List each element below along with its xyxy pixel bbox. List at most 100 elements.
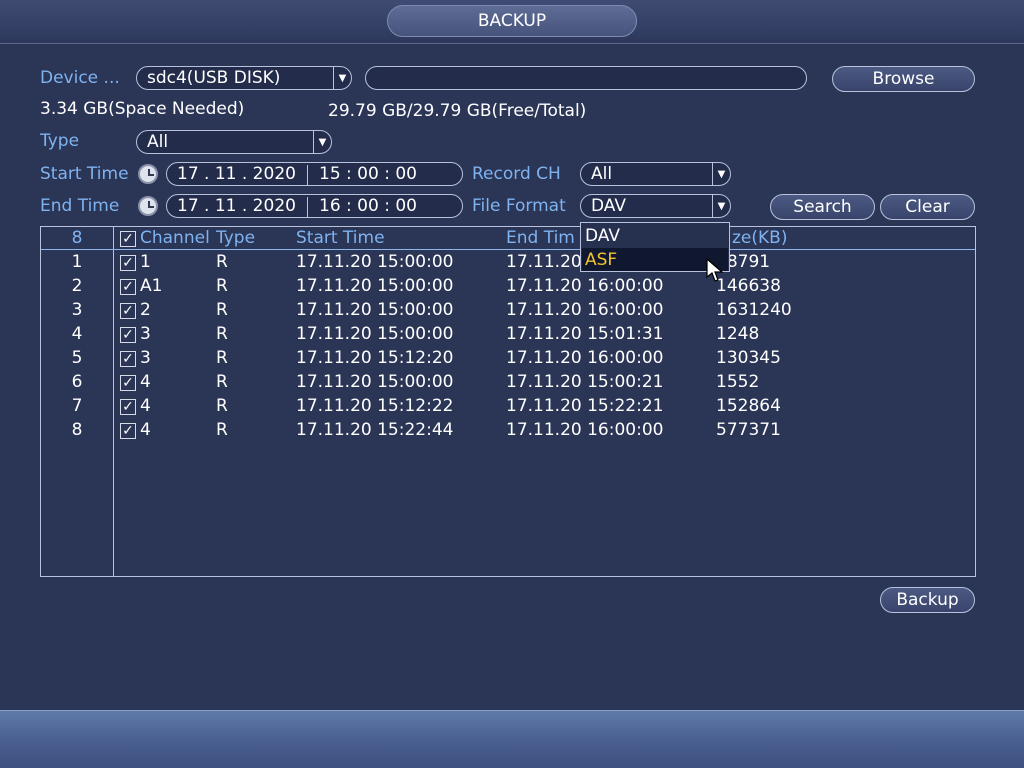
backup-button[interactable]: Backup bbox=[880, 587, 975, 613]
row-channel: 4 bbox=[140, 372, 151, 392]
free-total: 29.79 GB/29.79 GB(Free/Total) bbox=[328, 101, 587, 121]
record-ch-select[interactable]: All ▼ bbox=[580, 162, 731, 186]
file-list-table: 8 ✓ Channel Type Start Time End Tim ze(K… bbox=[40, 226, 976, 577]
row-size: 152864 bbox=[716, 396, 781, 416]
search-button[interactable]: Search bbox=[770, 194, 875, 220]
end-date[interactable]: 17 . 11 . 2020 bbox=[177, 196, 296, 216]
checkbox-checked-icon[interactable]: ✓ bbox=[120, 279, 136, 295]
row-channel: 4 bbox=[140, 396, 151, 416]
mouse-pointer-icon bbox=[706, 258, 724, 282]
row-start-time: 17.11.20 15:00:00 bbox=[296, 372, 454, 392]
row-end-time: 17.11.20 16:00:00 bbox=[506, 276, 664, 296]
row-size: 1631240 bbox=[716, 300, 792, 320]
file-format-value: DAV bbox=[591, 196, 626, 216]
row-start-time: 17.11.20 15:22:44 bbox=[296, 420, 454, 440]
end-time-header: End Tim bbox=[506, 228, 575, 248]
clear-button[interactable]: Clear bbox=[880, 194, 975, 220]
checkbox-checked-icon[interactable]: ✓ bbox=[120, 231, 136, 247]
row-end-time: 17.11.20 16:00:00 bbox=[506, 348, 664, 368]
chevron-down-icon: ▼ bbox=[313, 131, 331, 153]
checkbox-checked-icon[interactable]: ✓ bbox=[120, 375, 136, 391]
title-bar: BACKUP bbox=[0, 0, 1024, 44]
separator bbox=[307, 165, 308, 185]
row-size: 577371 bbox=[716, 420, 781, 440]
checkbox-checked-icon[interactable]: ✓ bbox=[120, 303, 136, 319]
record-ch-label: Record CH bbox=[472, 164, 561, 184]
table-row[interactable]: ✓ 5 3 R 17.11.20 15:12:20 17.11.20 16:00:00 13… bbox=[41, 348, 975, 372]
table-row[interactable]: ✓ 3 2 R 17.11.20 15:00:00 17.11.20 16:00:00 16… bbox=[41, 300, 975, 324]
start-time[interactable]: 15 : 00 : 00 bbox=[319, 164, 417, 184]
device-select-value: sdc4(USB DISK) bbox=[147, 68, 281, 88]
checkbox-checked-icon[interactable]: ✓ bbox=[120, 255, 136, 271]
bottom-bar bbox=[0, 710, 1024, 768]
row-channel: 4 bbox=[140, 420, 151, 440]
row-channel: 1 bbox=[140, 252, 151, 272]
table-row[interactable]: ✓ 4 3 R 17.11.20 15:00:00 17.11.20 15:01:31 12… bbox=[41, 324, 975, 348]
size-header: ze(KB) bbox=[732, 228, 788, 248]
row-count-header: 8 bbox=[71, 228, 83, 248]
row-start-time: 17.11.20 15:00:00 bbox=[296, 324, 454, 344]
space-needed: 3.34 GB(Space Needed) bbox=[40, 99, 245, 119]
row-end-time: 17.11.20 bbox=[506, 252, 582, 272]
table-row[interactable]: ✓ 1 1 R 17.11.20 15:00:00 17.11.20 58791 bbox=[41, 252, 975, 276]
row-end-time: 17.11.20 15:00:21 bbox=[506, 372, 664, 392]
type-label: Type bbox=[40, 131, 80, 151]
start-date[interactable]: 17 . 11 . 2020 bbox=[177, 164, 296, 184]
checkbox-checked-icon[interactable]: ✓ bbox=[120, 423, 136, 439]
checkbox-checked-icon[interactable]: ✓ bbox=[120, 399, 136, 415]
row-index: 1 bbox=[71, 252, 83, 272]
device-path-field[interactable] bbox=[365, 66, 807, 90]
row-end-time: 17.11.20 15:01:31 bbox=[506, 324, 664, 344]
row-size: 1552 bbox=[716, 372, 760, 392]
row-channel: 2 bbox=[140, 300, 151, 320]
row-start-time: 17.11.20 15:00:00 bbox=[296, 252, 454, 272]
row-size: 130345 bbox=[716, 348, 781, 368]
start-datetime-field[interactable]: 17 . 11 . 2020 15 : 00 : 00 bbox=[166, 162, 463, 186]
row-type: R bbox=[216, 276, 228, 296]
clock-icon[interactable] bbox=[138, 164, 158, 184]
channel-header: Channel bbox=[140, 228, 210, 248]
row-type: R bbox=[216, 396, 228, 416]
dropdown-option-dav[interactable]: DAV bbox=[582, 224, 728, 247]
row-index: 6 bbox=[71, 372, 83, 392]
header-divider bbox=[41, 249, 975, 250]
chevron-down-icon: ▼ bbox=[712, 163, 730, 185]
row-end-time: 17.11.20 16:00:00 bbox=[506, 420, 664, 440]
table-row[interactable]: ✓ 7 4 R 17.11.20 15:12:22 17.11.20 15:22:21 15… bbox=[41, 396, 975, 420]
row-start-time: 17.11.20 15:12:22 bbox=[296, 396, 454, 416]
type-select-value: All bbox=[147, 132, 169, 152]
type-header: Type bbox=[216, 228, 256, 248]
device-select[interactable]: sdc4(USB DISK) ▼ bbox=[136, 66, 352, 90]
row-channel: 3 bbox=[140, 348, 151, 368]
chevron-down-icon: ▼ bbox=[712, 195, 730, 217]
end-time[interactable]: 16 : 00 : 00 bbox=[319, 196, 417, 216]
window-title: BACKUP bbox=[387, 5, 637, 37]
table-row[interactable]: ✓ 8 4 R 17.11.20 15:22:44 17.11.20 16:00:00 57… bbox=[41, 420, 975, 444]
device-label: Device ... bbox=[40, 68, 120, 88]
row-type: R bbox=[216, 252, 228, 272]
file-format-select[interactable]: DAV ▼ bbox=[580, 194, 731, 218]
row-start-time: 17.11.20 15:00:00 bbox=[296, 276, 454, 296]
row-index: 4 bbox=[71, 324, 83, 344]
end-datetime-field[interactable]: 17 . 11 . 2020 16 : 00 : 00 bbox=[166, 194, 463, 218]
row-type: R bbox=[216, 324, 228, 344]
chevron-down-icon: ▼ bbox=[333, 67, 351, 89]
clock-icon[interactable] bbox=[138, 196, 158, 216]
row-index: 7 bbox=[71, 396, 83, 416]
row-size: 1248 bbox=[716, 324, 760, 344]
row-index: 8 bbox=[71, 420, 83, 440]
type-select[interactable]: All ▼ bbox=[136, 130, 332, 154]
row-start-time: 17.11.20 15:12:20 bbox=[296, 348, 454, 368]
row-end-time: 17.11.20 16:00:00 bbox=[506, 300, 664, 320]
checkbox-checked-icon[interactable]: ✓ bbox=[120, 327, 136, 343]
start-time-header: Start Time bbox=[296, 228, 385, 248]
row-index: 3 bbox=[71, 300, 83, 320]
row-channel: A1 bbox=[140, 276, 163, 296]
checkbox-checked-icon[interactable]: ✓ bbox=[120, 351, 136, 367]
table-row[interactable]: ✓ 2 A1 R 17.11.20 15:00:00 17.11.20 16:00:00 1… bbox=[41, 276, 975, 300]
separator bbox=[307, 197, 308, 217]
row-type: R bbox=[216, 420, 228, 440]
file-format-label: File Format bbox=[472, 196, 566, 216]
browse-button[interactable]: Browse bbox=[832, 66, 975, 92]
table-row[interactable]: ✓ 6 4 R 17.11.20 15:00:00 17.11.20 15:00:21 15… bbox=[41, 372, 975, 396]
